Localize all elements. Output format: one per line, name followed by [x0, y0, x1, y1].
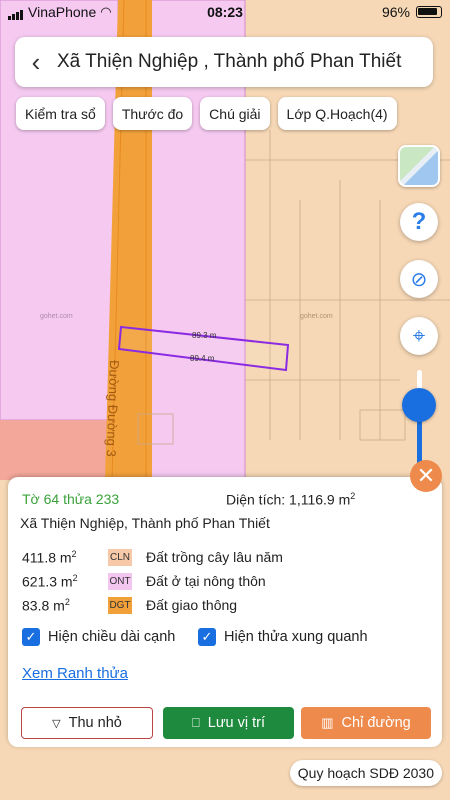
crosshair-icon: ⌖: [412, 323, 426, 348]
parcel-edge-bottom-label: 89.4 m: [190, 354, 215, 363]
ruler-button[interactable]: Thước đo: [112, 97, 193, 130]
planning-layer-button[interactable]: Lớp Q.Hoạch(4): [277, 97, 397, 130]
map-icon: ▥: [321, 715, 334, 730]
parcel-code: Tờ 64 thửa 233: [22, 491, 120, 507]
toolbar-chips: Kiểm tra sổ Thước đo Chú giải Lớp Q.Hoạc…: [16, 97, 397, 130]
triangle-down-icon: ▽: [52, 717, 61, 730]
landuse-name: Đất ở tại nông thôn: [146, 573, 266, 589]
checkmark-icon: ✓: [198, 628, 216, 646]
battery-icon: [416, 6, 442, 18]
show-edge-length-checkbox[interactable]: ✓ Hiện chiều dài cạnh: [22, 628, 175, 646]
collapse-button[interactable]: ▽ Thu nhỏ: [21, 707, 153, 739]
landuse-code-badge: ONT: [108, 572, 132, 590]
map-type-button[interactable]: [398, 145, 440, 187]
planning-badge[interactable]: Quy hoạch SDĐ 2030: [289, 760, 442, 786]
parcel-area: Diện tích: 1,116.9 m2: [226, 491, 356, 508]
location-header: ‹ Xã Thiện Nghiệp , Thành phố Phan Thiết: [15, 37, 433, 87]
close-icon: ✕: [416, 463, 436, 488]
landuse-row: 621.3 m2 ONT Đất ở tại nông thôn: [22, 572, 266, 590]
check-book-button[interactable]: Kiểm tra sổ: [16, 97, 105, 130]
view-boundary-link[interactable]: Xem Ranh thửa: [22, 665, 128, 682]
compass-icon: ⊘: [410, 268, 428, 291]
bookmark-icon: ⎕: [191, 715, 200, 730]
parcel-location: Xã Thiện Nghiệp, Thành phố Phan Thiết: [20, 515, 270, 531]
show-neighbors-checkbox[interactable]: ✓ Hiện thửa xung quanh: [198, 628, 368, 646]
zoom-slider-knob[interactable]: [402, 388, 436, 422]
watermark-left: gohet.com: [40, 313, 73, 320]
save-location-button[interactable]: ⎕ Lưu vị trí: [163, 707, 294, 739]
landuse-code-badge: DGT: [108, 596, 132, 614]
landuse-code-badge: CLN: [108, 548, 132, 566]
battery-percent: 96%: [381, 4, 410, 20]
status-bar: VinaPhone ◠ 08:23 96%: [0, 0, 450, 24]
landuse-row: 411.8 m2 CLN Đất trồng cây lâu năm: [22, 548, 283, 566]
chevron-left-icon: ‹: [31, 46, 41, 77]
locate-button[interactable]: ⌖: [400, 317, 438, 355]
landuse-name: Đất trồng cây lâu năm: [146, 549, 283, 565]
back-button[interactable]: ‹: [15, 47, 57, 78]
landuse-row: 83.8 m2 DGT Đất giao thông: [22, 596, 238, 614]
watermark-right: gohet.com: [300, 313, 333, 320]
legend-button[interactable]: Chú giải: [200, 97, 270, 130]
parcel-edge-top-label: 89.3 m: [192, 331, 217, 340]
parcel-info-panel: Tờ 64 thửa 233 Diện tích: 1,116.9 m2 Xã …: [8, 477, 442, 747]
page-title: Xã Thiện Nghiệp , Thành phố Phan Thiết: [57, 51, 402, 72]
landuse-name: Đất giao thông: [146, 597, 238, 613]
help-button[interactable]: ?: [400, 203, 438, 241]
question-icon: ?: [411, 208, 427, 235]
checkmark-icon: ✓: [22, 628, 40, 646]
close-panel-button[interactable]: ✕: [410, 460, 442, 492]
compass-button[interactable]: ⊘: [400, 260, 438, 298]
directions-button[interactable]: ▥ Chỉ đường: [301, 707, 431, 739]
